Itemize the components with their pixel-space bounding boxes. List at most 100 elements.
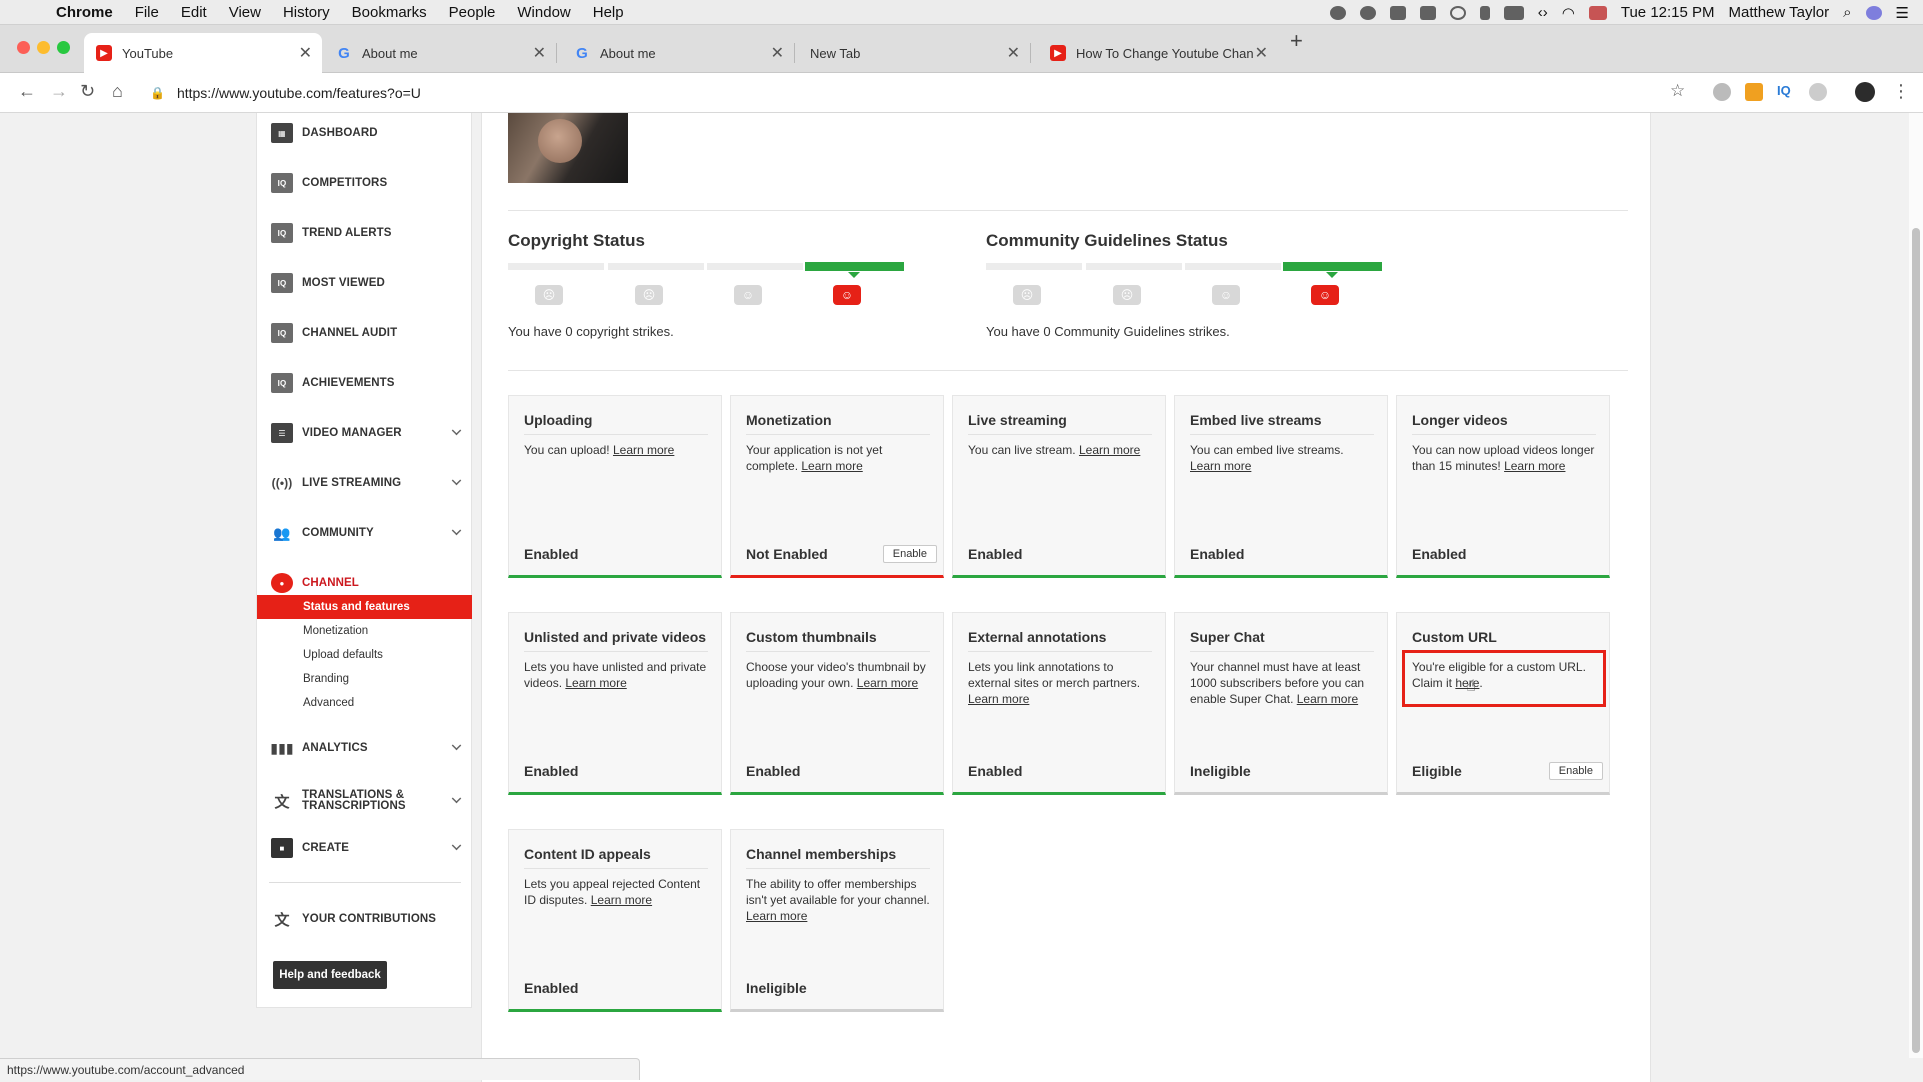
vidiq-extension-icon[interactable]: IQ — [1777, 83, 1799, 101]
clock[interactable]: Tue 12:15 PM — [1621, 4, 1715, 21]
card-desc-text: You can embed live streams. — [1190, 443, 1344, 457]
user-name[interactable]: Matthew Taylor — [1729, 4, 1830, 21]
enable-monetization-button[interactable]: Enable — [882, 545, 937, 563]
card-title: Custom URL — [1412, 629, 1497, 645]
new-tab-button[interactable]: + — [1290, 28, 1303, 54]
sidebar-item-channel[interactable]: ● CHANNEL — [271, 568, 461, 598]
flag-icon[interactable] — [1588, 5, 1607, 20]
bookmark-star-icon[interactable]: ☆ — [1670, 81, 1685, 101]
creative-cloud-icon[interactable] — [1329, 5, 1346, 20]
code-icon[interactable]: ‹› — [1538, 4, 1548, 21]
page-scrollbar[interactable] — [1909, 113, 1923, 1058]
sidebar-sub-advanced[interactable]: Advanced — [257, 691, 472, 715]
learn-more-link[interactable]: Learn more — [857, 676, 918, 690]
sidebar-item-create[interactable]: ■ CREATE — [271, 833, 462, 863]
time-machine-icon[interactable] — [1449, 5, 1466, 20]
menu-file[interactable]: File — [135, 4, 159, 21]
tab-how-to-change-youtube[interactable]: ▶ How To Change Youtube Chan ✕ — [1038, 33, 1278, 73]
close-tab-icon[interactable]: ✕ — [771, 43, 784, 63]
learn-more-link[interactable]: Learn more — [591, 893, 652, 907]
close-window-button[interactable] — [17, 41, 30, 54]
sidebar-sub-branding[interactable]: Branding — [257, 667, 472, 691]
menu-app-name[interactable]: Chrome — [56, 4, 113, 21]
sidebar-sub-monetization[interactable]: Monetization — [257, 619, 472, 643]
malwarebytes-icon[interactable] — [1389, 5, 1406, 20]
sidebar-sub-status-and-features[interactable]: Status and features — [257, 595, 472, 619]
lock-icon[interactable]: 🔒 — [150, 86, 165, 100]
menu-view[interactable]: View — [229, 4, 261, 21]
chevron-down-icon[interactable] — [451, 793, 462, 804]
sidebar-item-community[interactable]: 👥 COMMUNITY — [271, 518, 462, 548]
learn-more-link[interactable]: Learn more — [1079, 443, 1140, 457]
enable-custom-url-button[interactable]: Enable — [1548, 762, 1603, 780]
spotlight-icon[interactable]: ⌕ — [1843, 4, 1851, 21]
learn-more-link[interactable]: Learn more — [1297, 692, 1358, 706]
screen-recorder-icon[interactable] — [1359, 5, 1376, 20]
learn-more-link[interactable]: Learn more — [746, 909, 807, 923]
sidebar-item-analytics[interactable]: ▮▮▮ ANALYTICS — [270, 733, 462, 763]
chevron-down-icon[interactable] — [451, 425, 462, 436]
extension-icon[interactable] — [1745, 83, 1763, 101]
sidebar-item-channel-audit[interactable]: IQ CHANNEL AUDIT — [271, 318, 461, 348]
extension-icon[interactable] — [1809, 83, 1827, 101]
profile-avatar[interactable] — [1855, 82, 1875, 102]
battery-icon[interactable] — [1503, 5, 1524, 20]
close-tab-icon[interactable]: ✕ — [1255, 43, 1268, 63]
close-tab-icon[interactable]: ✕ — [299, 43, 312, 63]
chevron-down-icon[interactable] — [451, 740, 462, 751]
address-bar[interactable]: 🔒 https://www.youtube.com/features?o=U — [150, 79, 1690, 107]
menu-people[interactable]: People — [449, 4, 496, 21]
sidebar-item-dashboard[interactable]: ▦ DASHBOARD — [271, 118, 461, 148]
sidebar-item-achievements[interactable]: IQ ACHIEVEMENTS — [271, 368, 461, 398]
learn-more-link[interactable]: Learn more — [565, 676, 626, 690]
chrome-menu-icon[interactable]: ⋮ — [1892, 81, 1910, 102]
sidebar-item-competitors[interactable]: IQ COMPETITORS — [271, 168, 461, 198]
chevron-down-icon[interactable] — [451, 475, 462, 486]
sidebar-item-most-viewed[interactable]: IQ MOST VIEWED — [271, 268, 461, 298]
menu-edit[interactable]: Edit — [181, 4, 207, 21]
card-title: Content ID appeals — [524, 846, 651, 862]
menu-bookmarks[interactable]: Bookmarks — [352, 4, 427, 21]
menu-history[interactable]: History — [283, 4, 330, 21]
sidebar-item-your-contributions[interactable]: 文 YOUR CONTRIBUTIONS — [271, 904, 461, 934]
chevron-down-icon[interactable] — [451, 525, 462, 536]
tab-about-me-1[interactable]: G About me ✕ — [324, 33, 557, 73]
sidebar-item-translations[interactable]: 文 TRANSLATIONS & TRANSCRIPTIONS — [271, 783, 462, 819]
reload-icon[interactable]: ↻ — [80, 81, 95, 102]
learn-more-link[interactable]: Learn more — [968, 692, 1029, 706]
help-and-feedback-button[interactable]: Help and feedback — [273, 961, 387, 989]
wifi-icon[interactable]: ◠ — [1562, 4, 1575, 22]
tab-youtube[interactable]: ▶ YouTube ✕ — [84, 33, 322, 73]
tab-new-tab[interactable]: New Tab ✕ — [798, 33, 1031, 73]
forward-icon[interactable]: → — [50, 81, 68, 102]
extension-icon[interactable] — [1713, 83, 1731, 101]
tab-about-me-2[interactable]: G About me ✕ — [562, 33, 795, 73]
sidebar-item-live-streaming[interactable]: ((•)) LIVE STREAMING — [271, 468, 462, 498]
siri-icon[interactable] — [1865, 5, 1882, 20]
sidebar-sub-upload-defaults[interactable]: Upload defaults — [257, 643, 472, 667]
learn-more-link[interactable]: Learn more — [613, 443, 674, 457]
close-tab-icon[interactable]: ✕ — [533, 43, 546, 63]
learn-more-link[interactable]: Learn more — [801, 459, 862, 473]
maximize-window-button[interactable] — [57, 41, 70, 54]
sidebar-item-label: ACHIEVEMENTS — [302, 377, 395, 389]
learn-more-link[interactable]: Learn more — [1190, 459, 1251, 473]
card-title: Unlisted and private videos — [524, 629, 707, 645]
close-tab-icon[interactable]: ✕ — [1007, 43, 1020, 63]
feature-card-content-id-appeals: Content ID appeals Lets you appeal rejec… — [508, 829, 722, 1012]
sync-icon[interactable] — [1419, 5, 1436, 20]
bluetooth-icon[interactable] — [1479, 5, 1490, 20]
url-text[interactable]: https://www.youtube.com/features?o=U — [177, 85, 421, 101]
menu-help[interactable]: Help — [593, 4, 624, 21]
sidebar-item-video-manager[interactable]: ☰ VIDEO MANAGER — [271, 418, 462, 448]
dashboard-icon: ▦ — [271, 123, 293, 143]
learn-more-link[interactable]: Learn more — [1504, 459, 1565, 473]
minimize-window-button[interactable] — [37, 41, 50, 54]
home-icon[interactable]: ⌂ — [112, 81, 123, 102]
menu-window[interactable]: Window — [517, 4, 570, 21]
chevron-down-icon[interactable] — [451, 840, 462, 851]
notification-center-icon[interactable]: ☰ — [1896, 4, 1909, 22]
sidebar-item-trend-alerts[interactable]: IQ TREND ALERTS — [271, 218, 461, 248]
scrollbar-thumb[interactable] — [1912, 228, 1920, 1053]
back-icon[interactable]: ← — [18, 81, 36, 102]
